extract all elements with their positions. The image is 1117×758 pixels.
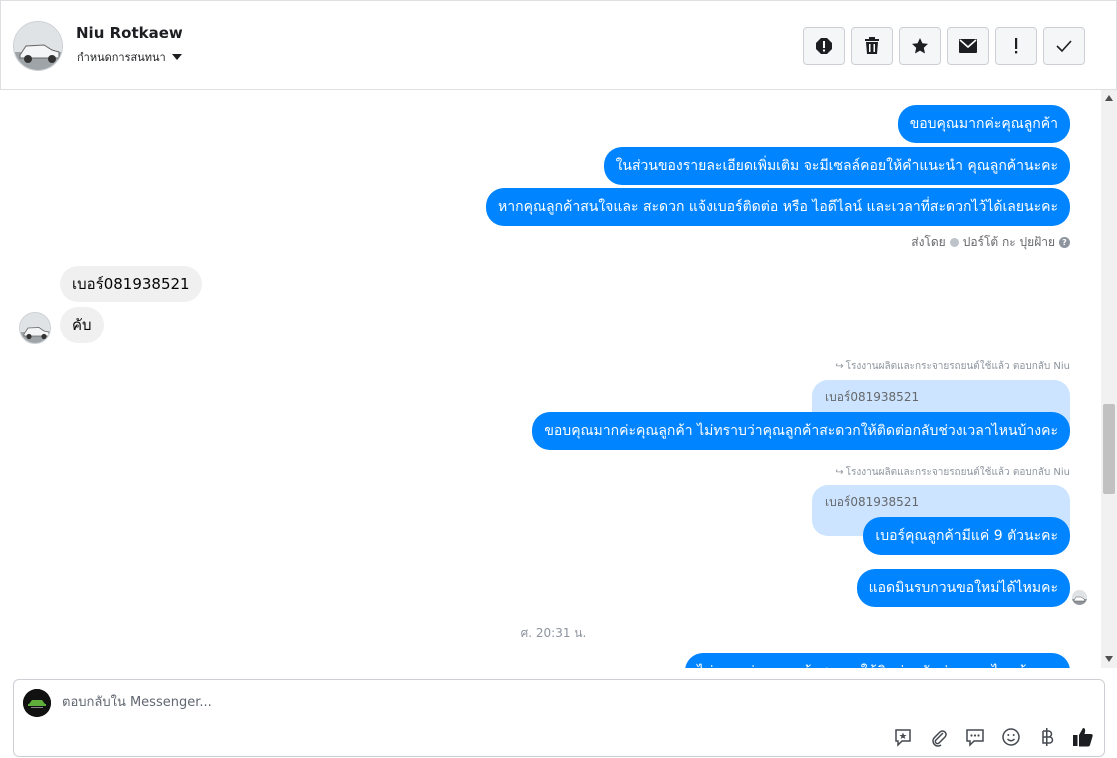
outgoing-message[interactable]: เบอร์คุณลูกค้ามีแค่ 9 ตัวนะคะ (863, 517, 1070, 555)
incoming-message[interactable]: คับ (60, 307, 104, 343)
reply-note-text: โรงงานผลิตและกระจายรถยนต์ใช้แล้ว ตอบกลับ… (845, 361, 1070, 372)
outgoing-message[interactable]: ไม่ทราบว่าคุณลูกค้าสะดวกให้ติดต่อกลับช่ว… (685, 653, 1070, 668)
incoming-message[interactable]: เบอร์081938521 (60, 266, 202, 302)
seen-avatar (1072, 590, 1087, 605)
contact-name[interactable]: Niu Rotkaew (76, 24, 183, 42)
chat-button[interactable] (964, 726, 986, 748)
assign-conversation-dropdown[interactable]: กำหนดการสนทนา (77, 48, 182, 66)
reply-note: ↪ โรงงานผลิตและกระจายรถยนต์ใช้แล้ว ตอบกล… (835, 465, 1070, 480)
scroll-thumb[interactable] (1103, 404, 1115, 494)
like-button[interactable] (1072, 726, 1094, 748)
check-icon (1056, 40, 1072, 53)
message-composer (13, 679, 1105, 757)
help-icon[interactable]: ? (1059, 237, 1070, 248)
scroll-down-arrow-icon[interactable] (1105, 656, 1113, 662)
delete-button[interactable] (851, 27, 893, 65)
conversation-header: Niu Rotkaew กำหนดการสนทนา (0, 0, 1117, 90)
scroll-up-arrow-icon[interactable] (1105, 95, 1113, 101)
message-timestamp: ศ. 20:31 น. (520, 626, 587, 640)
spam-icon (816, 38, 832, 54)
reply-note-text: โรงงานผลิตและกระจายรถยนต์ใช้แล้ว ตอบกลับ… (845, 467, 1070, 478)
star-icon (912, 38, 928, 54)
caret-down-icon (171, 54, 182, 60)
emoji-button[interactable] (1000, 726, 1022, 748)
mark-done-button[interactable] (1043, 27, 1085, 65)
header-actions (803, 27, 1085, 65)
reply-input[interactable] (62, 690, 962, 714)
composer-tools (892, 726, 1094, 748)
envelope-icon (959, 39, 977, 53)
attachment-icon (932, 730, 947, 747)
mark-unread-button[interactable] (947, 27, 989, 65)
message-thread[interactable]: ขอบคุณมากค่ะคุณลูกค้า ในส่วนของรายละเอีย… (0, 90, 1117, 668)
chat-bubble-icon (966, 729, 984, 747)
admin-badge-icon (949, 238, 959, 247)
outgoing-message[interactable]: ในส่วนของรายละเอียดเพิ่มเติม จะมีเซลล์คอ… (603, 147, 1070, 185)
outgoing-message[interactable]: ขอบคุณมากค่ะคุณลูกค้า ไม่ทราบว่าคุณลูกค้… (532, 412, 1070, 450)
assign-label: กำหนดการสนทนา (77, 51, 166, 64)
contact-avatar[interactable] (13, 21, 63, 71)
sent-by-prefix: ส่งโดย (911, 235, 946, 249)
sent-by-name[interactable]: ปอร์โต้ กะ ปุยฝ้าย (963, 233, 1055, 252)
star-button[interactable] (899, 27, 941, 65)
trash-icon (865, 37, 879, 54)
baht-icon (1042, 728, 1054, 746)
emoji-icon (1002, 728, 1020, 746)
reply-note: ↪ โรงงานผลิตและกระจายรถยนต์ใช้แล้ว ตอบกล… (835, 359, 1070, 374)
reply-arrow-icon: ↪ (835, 467, 844, 478)
attach-file-button[interactable] (928, 726, 950, 748)
outgoing-message[interactable]: หากคุณลูกค้าสนใจและ สะดวก แจ้งเบอร์ติดต่… (486, 188, 1070, 226)
saved-reply-button[interactable] (892, 726, 914, 748)
payment-button[interactable] (1036, 726, 1058, 748)
outgoing-message[interactable]: ขอบคุณมากค่ะคุณลูกค้า (897, 105, 1070, 143)
thread-scrollbar[interactable] (1101, 90, 1117, 668)
mark-spam-button[interactable] (803, 27, 845, 65)
page-avatar (23, 689, 51, 717)
contact-avatar-small[interactable] (19, 312, 51, 344)
sent-by-line: ส่งโดย ปอร์โต้ กะ ปุยฝ้าย ? (911, 233, 1070, 252)
follow-up-icon (1015, 38, 1018, 54)
saved-reply-icon (895, 729, 911, 747)
reply-arrow-icon: ↪ (835, 361, 844, 372)
follow-up-button[interactable] (995, 27, 1037, 65)
outgoing-message[interactable]: แอดมินรบกวนขอใหม่ได้ไหมคะ (856, 569, 1070, 607)
like-icon (1073, 728, 1093, 747)
